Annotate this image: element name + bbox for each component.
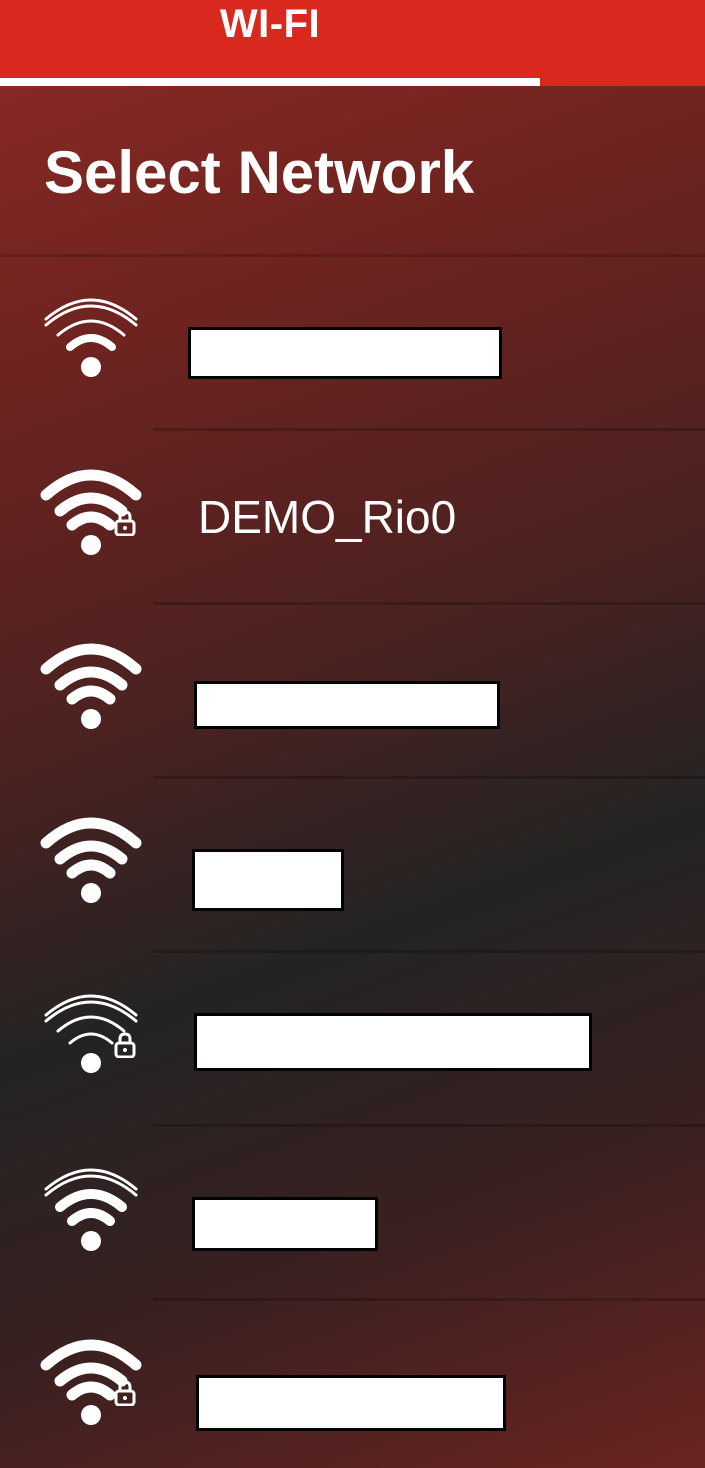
network-item[interactable]: [0, 953, 705, 1127]
tab-wifi-label: WI-FI: [219, 2, 321, 46]
network-item[interactable]: DEMO_Rio0: [0, 431, 705, 605]
network-list: DEMO_Rio0: [0, 257, 705, 1468]
lock-icon: [114, 1032, 136, 1058]
network-item[interactable]: [0, 1301, 705, 1468]
redacted-ssid: [196, 1375, 506, 1431]
network-item[interactable]: [0, 605, 705, 779]
tab-indicator: [0, 78, 540, 86]
network-item[interactable]: [0, 779, 705, 953]
tab-wifi[interactable]: WI-FI: [0, 0, 540, 86]
redacted-ssid: [194, 1013, 592, 1071]
lock-icon: [114, 510, 136, 536]
wifi-icon: [40, 817, 142, 903]
redacted-ssid: [194, 681, 500, 729]
redacted-ssid: [192, 849, 344, 911]
lock-icon: [114, 1380, 136, 1406]
page-title: Select Network: [44, 139, 475, 206]
network-item[interactable]: [0, 1127, 705, 1301]
network-ssid: DEMO_Rio0: [198, 491, 457, 543]
tab-bar: WI-FI: [0, 0, 705, 86]
wifi-icon: [44, 1168, 138, 1251]
wifi-icon: [44, 298, 138, 377]
wifi-icon: [40, 643, 142, 729]
network-item[interactable]: [0, 257, 705, 431]
wifi-screen: WI-FI Select Network DEMO_Rio0: [0, 0, 705, 1468]
redacted-ssid: [188, 327, 502, 379]
redacted-ssid: [192, 1197, 378, 1251]
